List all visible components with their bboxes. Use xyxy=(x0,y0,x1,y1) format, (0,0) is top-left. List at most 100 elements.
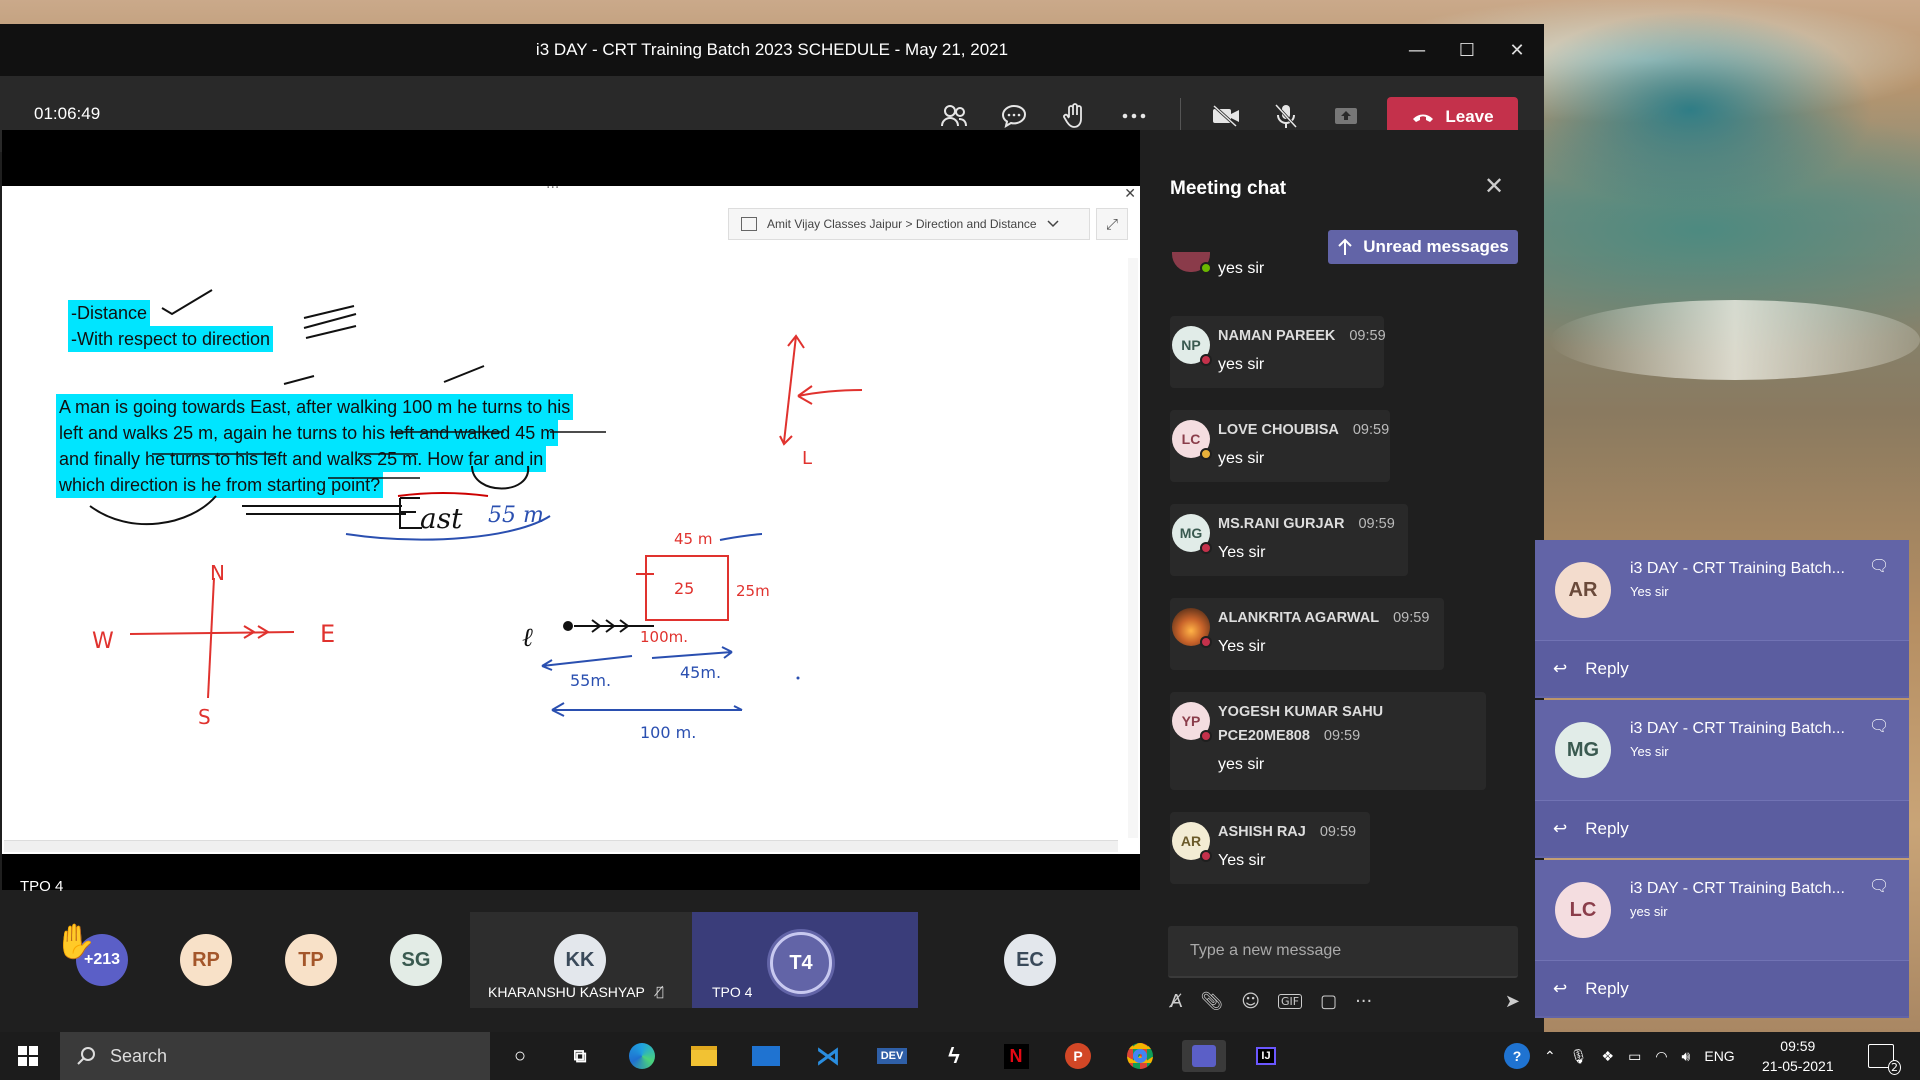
status-badge xyxy=(1200,354,1212,366)
toast-notification[interactable]: MG i3 DAY - CRT Training Batch... Yes si… xyxy=(1535,700,1909,858)
taskbar-search[interactable]: Search xyxy=(60,1032,490,1080)
volume-icon[interactable]: 🔊︎ xyxy=(1682,1048,1691,1065)
battery-icon[interactable]: ▭ xyxy=(1628,1048,1641,1065)
close-window-button[interactable]: ✕ xyxy=(1492,24,1542,76)
netflix-icon[interactable]: N xyxy=(996,1040,1036,1072)
title-bar: i3 DAY - CRT Training Batch 2023 SCHEDUL… xyxy=(0,24,1544,76)
reply-label: Reply xyxy=(1585,658,1629,678)
participant-kk: KK xyxy=(554,934,606,986)
gif-icon[interactable]: GIF xyxy=(1277,993,1303,1009)
chat-message[interactable]: MG MS.RANI GURJAR 09:59 Yes sir xyxy=(1170,504,1408,576)
app-icon[interactable]: ϟ xyxy=(934,1040,974,1072)
chat-message[interactable]: YP YOGESH KUMAR SAHU PCE20ME808 09:59 yes… xyxy=(1170,692,1486,790)
clock-date: 21-05-2021 xyxy=(1762,1058,1834,1074)
message-author: NAMAN PAREEK 09:59 xyxy=(1218,328,1386,344)
reply-button[interactable]: ↩ Reply xyxy=(1535,800,1909,856)
toast-notification[interactable]: AR i3 DAY - CRT Training Batch... Yes si… xyxy=(1535,540,1909,698)
meeting-timer: 01:06:49 xyxy=(34,104,101,123)
taskbar-clock[interactable]: 09:59 21-05-2021 xyxy=(1762,1036,1834,1076)
minimize-button[interactable]: — xyxy=(1392,24,1442,76)
reply-icon: ↩ xyxy=(1553,978,1568,998)
svg-text:ℓ: ℓ xyxy=(522,623,533,653)
reply-button[interactable]: ↩ Reply xyxy=(1535,960,1909,1016)
chevron-up-icon[interactable]: ⌃ xyxy=(1544,1048,1556,1065)
toast-title: i3 DAY - CRT Training Batch... xyxy=(1630,880,1845,897)
notification-center-icon[interactable]: 2 xyxy=(1868,1044,1901,1075)
message-compose-input[interactable]: Type a new message xyxy=(1168,926,1518,978)
horizontal-scrollbar[interactable] xyxy=(4,840,1118,852)
participant-tile-t4[interactable]: T4 TPO 4 xyxy=(692,912,918,1008)
clock-time: 09:59 xyxy=(1780,1038,1816,1054)
powerpoint-icon[interactable]: P xyxy=(1058,1040,1098,1072)
chat-message[interactable]: NP NAMAN PAREEK 09:59 yes sir xyxy=(1170,316,1386,388)
phone-hangup-icon xyxy=(1413,114,1434,122)
toast-title: i3 DAY - CRT Training Batch... xyxy=(1630,720,1845,737)
edge-icon[interactable] xyxy=(622,1040,662,1072)
vertical-scrollbar[interactable] xyxy=(1128,258,1138,838)
participant-tile-kk[interactable]: KK KHARANSHU KASHYAP 🎙̸ xyxy=(470,912,692,1008)
search-label: Search xyxy=(110,1045,168,1066)
svg-text:N: N xyxy=(210,561,225,585)
participant-sg[interactable]: SG xyxy=(390,934,442,986)
mic-tray-icon[interactable]: 🎙︎ xyxy=(1570,1048,1588,1065)
chat-bubble-icon: 🗨︎ xyxy=(1869,556,1890,575)
handwritten-ink-layer: ast 55 m N S W E L 25 25m 45 m 100m. ℓ 5… xyxy=(89,289,863,742)
send-icon[interactable]: ➤ xyxy=(1505,991,1520,1012)
raised-hand-icon: ✋ xyxy=(54,922,97,962)
svg-text:25: 25 xyxy=(674,579,694,598)
teams-icon[interactable] xyxy=(1182,1040,1226,1072)
unread-messages-button[interactable]: Unread messages xyxy=(1328,230,1518,264)
file-explorer-icon[interactable] xyxy=(684,1040,724,1072)
jetbrains-icon[interactable]: IJ xyxy=(1246,1040,1286,1072)
vscode-icon[interactable]: ⋊ xyxy=(808,1040,848,1072)
attach-icon[interactable]: 📎︎ xyxy=(1200,991,1223,1012)
toast-notification[interactable]: LC i3 DAY - CRT Training Batch... yes si… xyxy=(1535,860,1909,1018)
message-author: LOVE CHOUBISA 09:59 xyxy=(1218,422,1390,438)
svg-text:L: L xyxy=(802,448,812,469)
cortana-icon[interactable]: ○ xyxy=(500,1040,540,1072)
participant-ec[interactable]: EC xyxy=(1004,934,1056,986)
language-indicator[interactable]: ENG xyxy=(1704,1048,1734,1064)
mail-icon[interactable] xyxy=(746,1040,786,1072)
participant-strip: +213 ✋ RP TP SG KK KHARANSHU KASHYAP 🎙̸ … xyxy=(0,912,1140,1008)
help-icon[interactable]: ? xyxy=(1504,1043,1530,1069)
svg-text:100m.: 100m. xyxy=(640,628,688,646)
reply-button[interactable]: ↩ Reply xyxy=(1535,640,1909,696)
participant-t4: T4 xyxy=(770,932,832,994)
chat-message[interactable]: LC LOVE CHOUBISA 09:59 yes sir xyxy=(1170,410,1390,482)
participant-rp[interactable]: RP xyxy=(180,934,232,986)
close-chat-icon[interactable]: ✕ xyxy=(1484,172,1504,200)
message-text: yes sir xyxy=(1218,756,1265,773)
message-author-id: PCE20ME808 09:59 xyxy=(1218,728,1361,744)
unread-label: Unread messages xyxy=(1363,237,1509,256)
message-text: yes sir xyxy=(1218,356,1265,373)
notification-count-badge: 2 xyxy=(1888,1060,1901,1075)
format-icon[interactable]: A̸ xyxy=(1170,991,1182,1012)
window-title: i3 DAY - CRT Training Batch 2023 SCHEDUL… xyxy=(535,40,1009,59)
svg-text:ast: ast xyxy=(420,502,463,535)
toast-title: i3 DAY - CRT Training Batch... xyxy=(1630,560,1845,577)
status-badge xyxy=(1200,850,1212,862)
dev-icon[interactable]: DEV xyxy=(872,1040,912,1072)
more-options-icon[interactable]: ··· xyxy=(1355,991,1372,1012)
chat-message[interactable]: ALANKRITA AGARWAL 09:59 Yes sir xyxy=(1170,598,1444,670)
emoji-icon[interactable]: ☺ xyxy=(1241,991,1260,1012)
maximize-button[interactable]: ☐ xyxy=(1442,24,1492,76)
chrome-icon[interactable] xyxy=(1120,1040,1160,1072)
status-badge xyxy=(1200,448,1212,460)
chat-bubble-icon: 🗨︎ xyxy=(1869,716,1890,735)
toast-body: Yes sir xyxy=(1630,744,1669,759)
muted-icon: 🎙̸ xyxy=(656,985,664,1000)
dropbox-icon[interactable]: ❖ xyxy=(1602,1048,1615,1065)
message-text: Yes sir xyxy=(1218,544,1266,561)
arrow-up-icon xyxy=(1338,238,1352,255)
chat-message[interactable]: AR ASHISH RAJ 09:59 Yes sir xyxy=(1170,812,1370,884)
network-icon[interactable]: ◠ xyxy=(1655,1048,1667,1065)
svg-text:45 m: 45 m xyxy=(674,530,712,548)
participant-tp[interactable]: TP xyxy=(285,934,337,986)
start-button-icon[interactable] xyxy=(18,1046,38,1066)
sticker-icon[interactable]: ▢ xyxy=(1320,991,1337,1012)
compose-toolbar: A̸ 📎︎ ☺ GIF ▢ ··· ➤ xyxy=(1170,986,1520,1016)
message-author: YOGESH KUMAR SAHU xyxy=(1218,704,1384,720)
task-view-icon[interactable]: ⧉ xyxy=(560,1040,600,1072)
